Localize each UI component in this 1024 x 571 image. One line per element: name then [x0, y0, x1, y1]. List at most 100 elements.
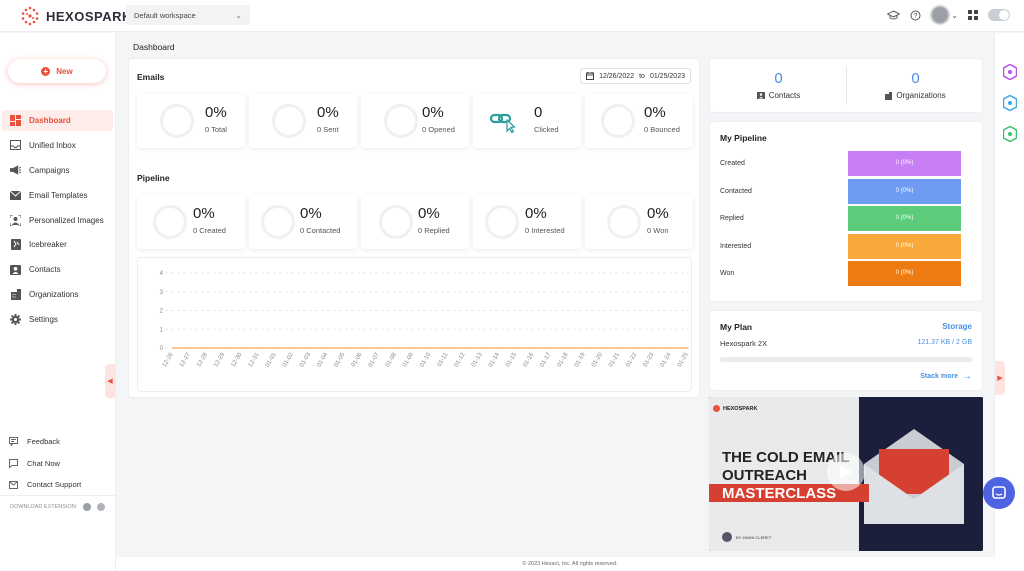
sidebar-item-organizations[interactable]: Organizations: [2, 284, 113, 305]
storage-usage: 121.37 KB / 2 GB: [917, 339, 972, 346]
contact-icon: [10, 264, 21, 275]
sidebar-item-label: Icebreaker: [29, 240, 67, 250]
chrome-icon[interactable]: [83, 503, 92, 511]
progress-ring: [379, 205, 413, 239]
chat-widget-button[interactable]: [983, 477, 1015, 509]
play-button[interactable]: [827, 453, 865, 491]
contact-support-link[interactable]: Contact Support: [0, 474, 116, 496]
progress-ring: [153, 205, 187, 239]
data-point: [378, 347, 380, 349]
email-icon: [10, 190, 21, 201]
progress-ring: [485, 205, 519, 239]
stat-value: 0%: [317, 104, 339, 121]
x-tick-label: 01-21: [608, 351, 621, 368]
workspace-select[interactable]: Default workspace ⌄: [126, 5, 250, 25]
data-point: [635, 347, 638, 349]
help-icon[interactable]: ?: [910, 10, 921, 21]
theme-toggle[interactable]: [988, 9, 1010, 21]
progress-ring: [601, 104, 635, 138]
stat-label: 0 Replied: [418, 226, 450, 235]
sidebar-item-label: Contacts: [29, 265, 61, 275]
date-from: 12/26/2022: [599, 72, 635, 80]
pipeline-bar: 0 (0%): [848, 205, 961, 231]
my-plan-title: My Plan: [720, 322, 753, 332]
stat-value: 0%: [418, 205, 440, 222]
stat-label: 0 Won: [647, 226, 669, 235]
hexomatic-app-icon[interactable]: [1003, 64, 1017, 80]
expand-right-rail-button[interactable]: ▶: [995, 361, 1005, 395]
app-logo[interactable]: HEXOSPARK: [20, 5, 132, 27]
x-tick-label: 01-09: [402, 351, 415, 368]
organizations-count[interactable]: 0 Organizations: [847, 70, 984, 100]
sidebar-item-email-templates[interactable]: Email Templates: [2, 185, 113, 206]
sidebar-item-contacts[interactable]: Contacts: [2, 259, 113, 280]
pipeline-row-created[interactable]: Created 0 (0%): [720, 150, 982, 176]
stat-label: 0 Contacted: [300, 226, 341, 235]
pipeline-title: Pipeline: [137, 173, 170, 183]
feedback-link[interactable]: Feedback: [0, 431, 116, 453]
firefox-icon[interactable]: [97, 503, 106, 511]
sidebar-item-settings[interactable]: Settings: [2, 309, 113, 330]
progress-ring: [261, 205, 295, 239]
stat-label: 0 Opened: [422, 125, 455, 134]
data-point: [395, 347, 397, 349]
data-point: [515, 347, 517, 349]
plus-icon: +: [41, 66, 51, 76]
data-point: [326, 347, 329, 349]
user-menu[interactable]: ⌄: [931, 6, 958, 24]
sidebar-item-unified-inbox[interactable]: Unified Inbox: [2, 135, 113, 156]
building-icon: [885, 91, 893, 100]
sidebar-item-dashboard[interactable]: Dashboard: [2, 110, 113, 131]
hexosign-app-icon[interactable]: [1003, 126, 1017, 142]
chat-now-link[interactable]: Chat Now: [0, 453, 116, 475]
sidebar-item-icebreaker[interactable]: Icebreaker: [2, 234, 113, 255]
stat-label: 0 Sent: [317, 125, 339, 134]
data-point: [687, 347, 689, 349]
video-brand-label: HEXOSPARK: [723, 405, 758, 412]
stack-more-link[interactable]: Stack more →: [920, 371, 972, 382]
x-tick-label: 01-16: [522, 351, 535, 368]
workspace-label: Default workspace: [134, 10, 196, 20]
sidebar-item-campaigns[interactable]: Campaigns: [2, 160, 113, 181]
chevron-down-icon: ⌄: [235, 10, 242, 20]
x-tick-label: 01-01: [265, 351, 278, 368]
pipeline-row-won[interactable]: Won 0 (0%): [720, 260, 982, 286]
video-brand: HEXOSPARK: [713, 405, 757, 412]
dashboard-icon: [10, 115, 21, 126]
progress-ring: [384, 104, 418, 138]
counts-card: 0 Contacts 0 Organizations: [709, 58, 983, 113]
graduation-cap-icon[interactable]: [887, 9, 901, 21]
storage-link[interactable]: Storage: [942, 322, 972, 331]
stat-label: Clicked: [534, 125, 559, 134]
pipeline-row-contacted[interactable]: Contacted 0 (0%): [720, 178, 982, 204]
x-tick-label: 01-12: [454, 351, 467, 368]
x-tick-label: 01-11: [437, 351, 450, 367]
video-byline: BY ZAHIN CLERET: [736, 534, 772, 540]
my-plan-card: My Plan Storage Hexospark 2X 121.37 KB /…: [709, 310, 983, 391]
y-tick-label: 0: [160, 346, 164, 352]
x-tick-label: 01-18: [557, 351, 570, 368]
apps-grid-icon[interactable]: [968, 10, 978, 20]
stat-value: 0%: [193, 205, 215, 222]
new-button[interactable]: + New: [8, 59, 106, 83]
pipeline-bar: 0 (0%): [848, 178, 961, 204]
contacts-count-label: Contacts: [768, 91, 801, 100]
stat-value: 0%: [300, 205, 322, 222]
pipeline-row-interested[interactable]: Interested 0 (0%): [720, 233, 982, 259]
hexometer-app-icon[interactable]: [1003, 95, 1017, 111]
masterclass-video[interactable]: HEXOSPARK THE COLD EMAIL OUTREACH MASTER…: [709, 397, 983, 551]
collapse-sidebar-button[interactable]: ◀: [105, 364, 115, 398]
hexospark-logo-icon: [713, 405, 720, 412]
pipeline-bar: 0 (0%): [848, 233, 961, 259]
x-tick-label: 12-29: [213, 351, 226, 368]
contacts-count[interactable]: 0 Contacts: [710, 70, 847, 100]
y-tick-label: 3: [160, 290, 164, 296]
emails-title: Emails: [137, 72, 165, 82]
sidebar-item-label: Organizations: [29, 290, 79, 300]
pipeline-row-replied[interactable]: Replied 0 (0%): [720, 205, 982, 231]
date-range-picker[interactable]: 12/26/2022 to 01/25/2023: [580, 68, 691, 84]
storage-progress-bar: [720, 357, 972, 362]
chevron-down-icon: ⌄: [951, 10, 958, 20]
sidebar-item-personalized-images[interactable]: Personalized Images: [2, 210, 113, 231]
pipeline-row-label: Won: [720, 269, 735, 277]
